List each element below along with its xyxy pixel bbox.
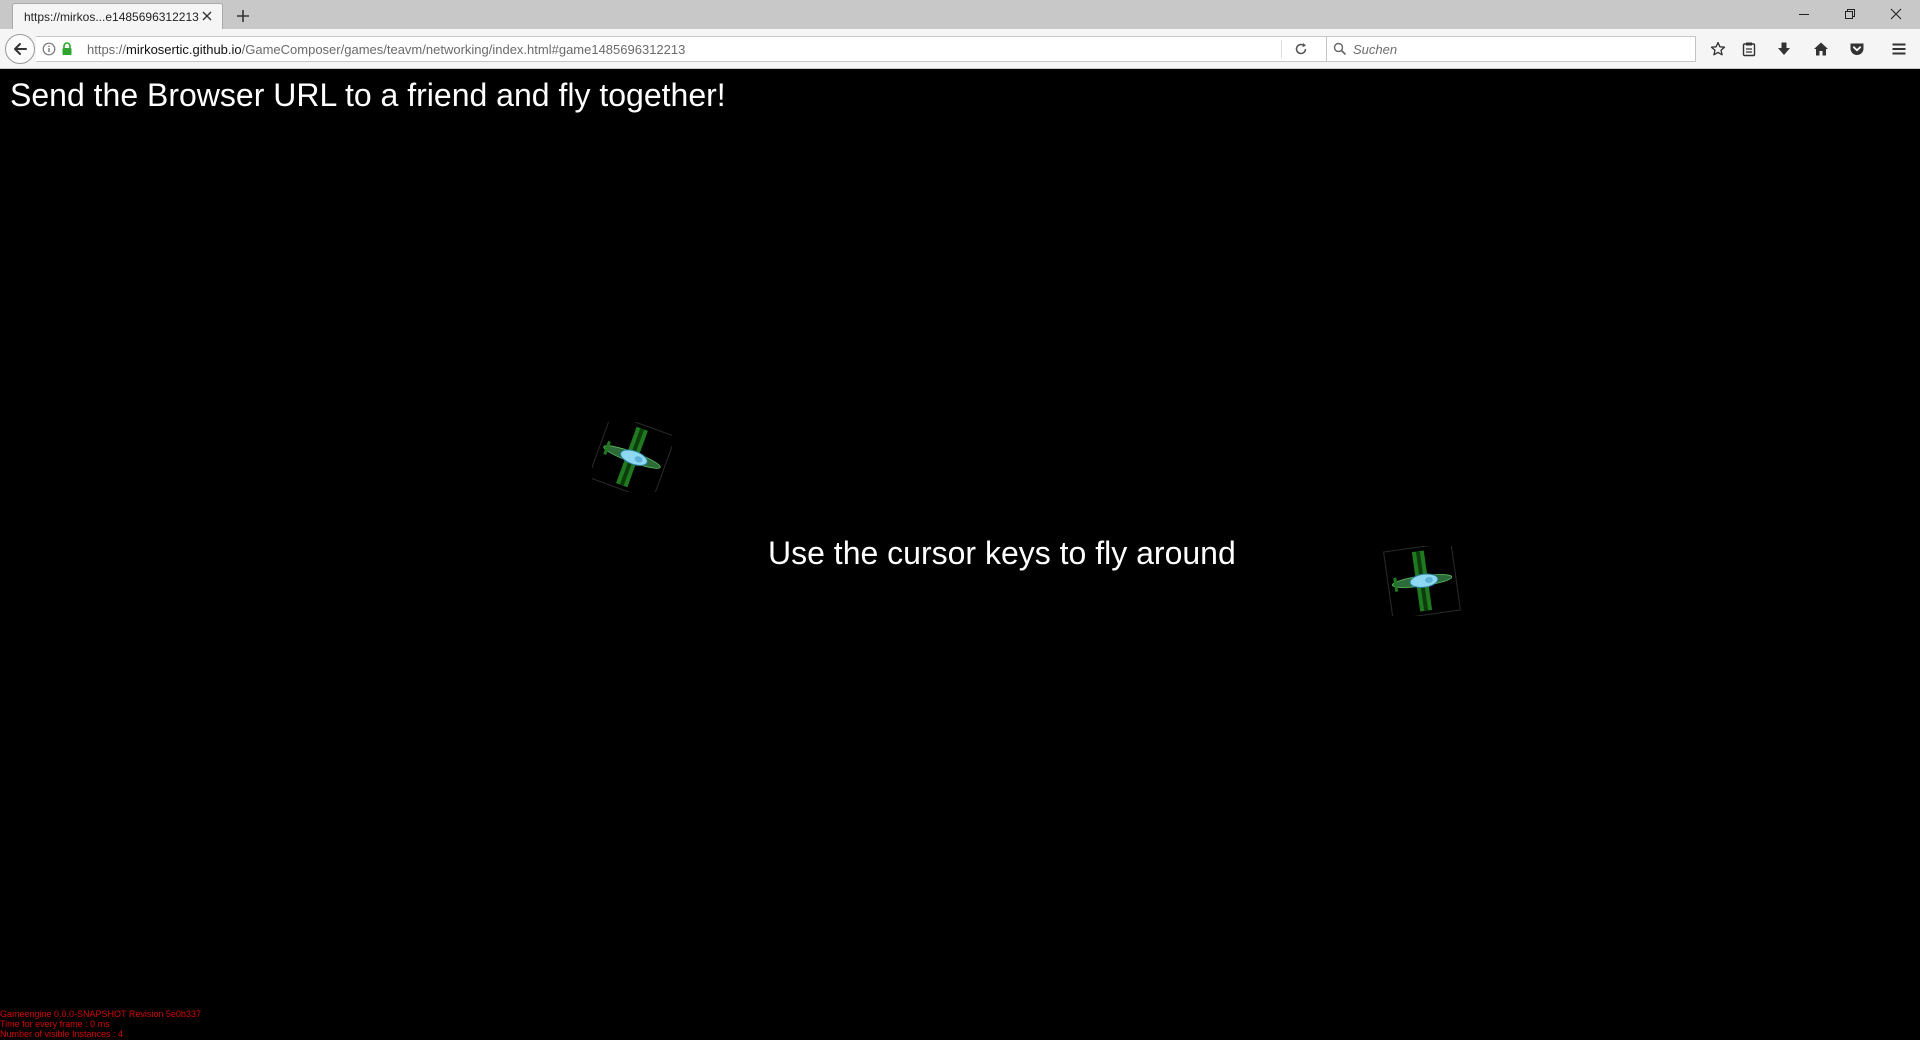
clipboard-icon xyxy=(1742,42,1756,57)
open-menu-button[interactable] xyxy=(1886,36,1912,62)
url-host: mirkosertic.github.io xyxy=(126,42,242,57)
airplane-sprite xyxy=(592,422,672,492)
airplane-sprite xyxy=(1383,546,1461,616)
close-icon xyxy=(1890,8,1902,20)
url-path: /GameComposer/games/teavm/networking/ind… xyxy=(241,42,686,57)
reload-button[interactable] xyxy=(1289,38,1313,60)
search-icon xyxy=(1333,42,1347,56)
url-divider xyxy=(1281,40,1282,58)
hamburger-menu-icon xyxy=(1892,43,1906,55)
restore-button[interactable] xyxy=(1827,0,1873,28)
page-headline: Send the Browser URL to a friend and fly… xyxy=(10,77,726,113)
frame-time-text: Time for every frame : 0 ms xyxy=(0,1019,110,1029)
home-icon xyxy=(1814,42,1828,56)
info-icon[interactable] xyxy=(42,42,56,56)
search-bar[interactable] xyxy=(1326,36,1696,62)
close-icon xyxy=(202,11,212,21)
game-canvas[interactable]: Send the Browser URL to a friend and fly… xyxy=(0,69,1920,1040)
reload-icon xyxy=(1295,43,1307,55)
search-input[interactable] xyxy=(1353,39,1683,59)
minimize-button[interactable] xyxy=(1781,0,1827,28)
url-text[interactable]: https://mirkosertic.github.io/GameCompos… xyxy=(87,42,685,57)
home-button[interactable] xyxy=(1808,36,1834,62)
pocket-button[interactable] xyxy=(1844,36,1870,62)
restore-icon xyxy=(1845,9,1855,19)
lock-icon[interactable] xyxy=(61,42,73,56)
arrow-left-icon xyxy=(14,43,27,55)
tab-close-button[interactable] xyxy=(198,7,216,25)
plus-icon xyxy=(237,10,249,22)
instructions-text: Use the cursor keys to fly around xyxy=(768,535,1236,571)
engine-version-text: Gameengine 0.0.0-SNAPSHOT Revision 5e0b3… xyxy=(0,1009,201,1019)
url-bar[interactable]: https://mirkosertic.github.io/GameCompos… xyxy=(36,36,1328,62)
back-button[interactable] xyxy=(5,34,35,64)
close-window-button[interactable] xyxy=(1873,0,1919,28)
pocket-icon xyxy=(1850,43,1864,55)
debug-overlay: Gameengine 0.0.0-SNAPSHOT Revision 5e0b3… xyxy=(0,1009,201,1039)
star-icon xyxy=(1710,41,1726,56)
tab-strip: https://mirkos...e1485696312213 xyxy=(0,0,1920,29)
downloads-button[interactable] xyxy=(1771,36,1797,62)
new-tab-button[interactable] xyxy=(232,5,254,27)
bookmark-star-button[interactable] xyxy=(1705,36,1731,62)
browser-window: https://mirkos...e1485696312213 https://… xyxy=(0,0,1920,1040)
browser-tab[interactable]: https://mirkos...e1485696312213 xyxy=(12,3,223,29)
visible-instances-text: Number of visible Instances : 4 xyxy=(0,1029,124,1039)
url-scheme: https:// xyxy=(87,42,127,57)
download-arrow-icon xyxy=(1778,42,1790,55)
navigation-toolbar: https://mirkosertic.github.io/GameCompos… xyxy=(0,29,1920,69)
tab-title: https://mirkos...e1485696312213 xyxy=(24,10,199,24)
bookmarks-menu-button[interactable] xyxy=(1736,36,1762,62)
minimize-icon xyxy=(1799,14,1809,15)
